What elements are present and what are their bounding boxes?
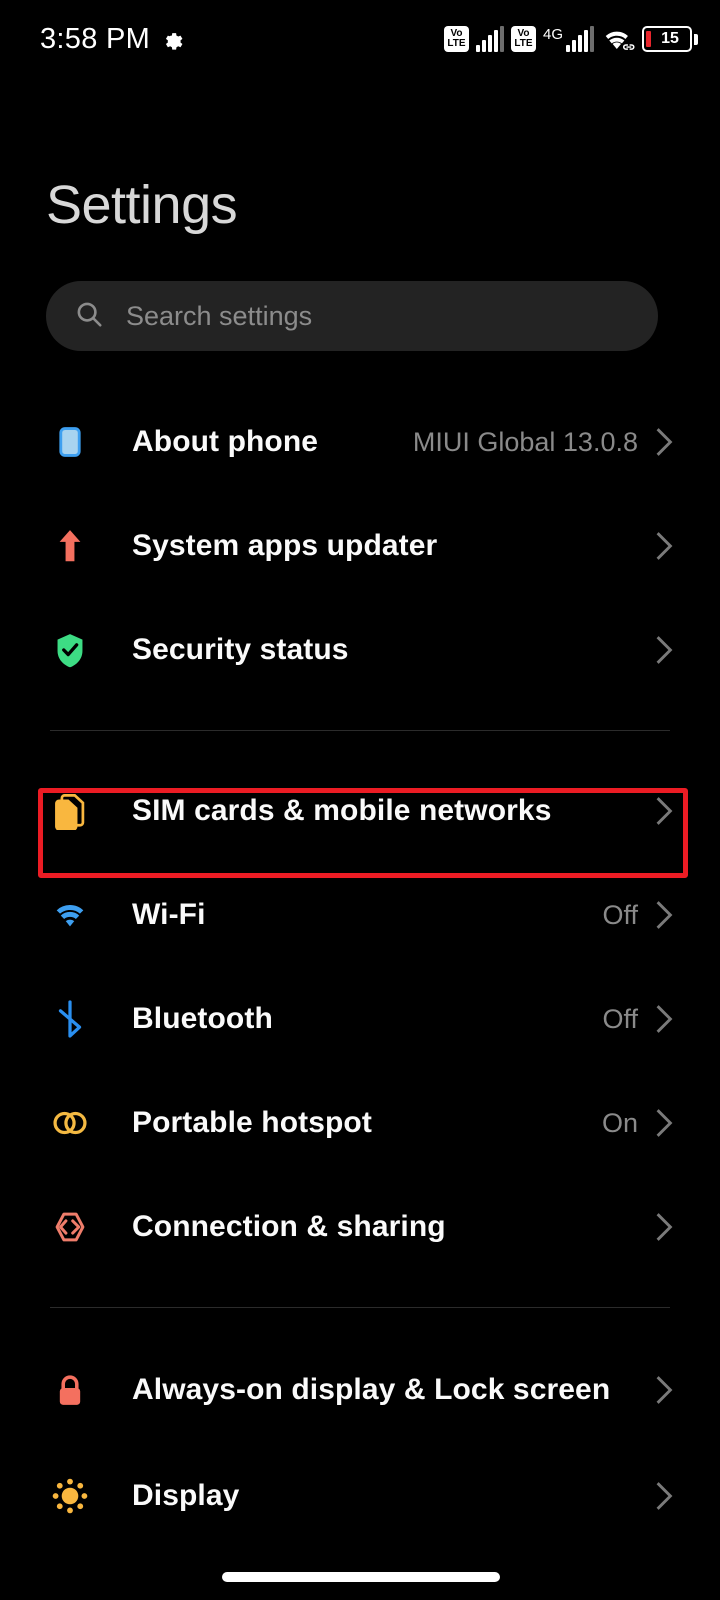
list-item-label: Display <box>132 1478 240 1512</box>
list-item-label: Wi-Fi <box>132 897 206 931</box>
list-item-system-apps-updater[interactable]: System apps updater <box>0 494 720 598</box>
settings-screen: 3:58 PM Vo LTE Vo LTE 4G 15 Settings Sea… <box>0 0 720 1600</box>
chevron-right-icon <box>654 1211 674 1243</box>
chevron-right-icon <box>654 1107 674 1139</box>
signal-sim1-icon <box>475 26 504 52</box>
list-item-label: System apps updater <box>132 528 438 562</box>
connection-sharing-icon <box>46 1209 94 1245</box>
sim-card-icon <box>46 792 94 830</box>
list-item-label: Portable hotspot <box>132 1105 372 1139</box>
hotspot-icon <box>46 1106 94 1140</box>
phone-icon <box>46 425 94 459</box>
divider <box>50 1307 670 1308</box>
list-item-always-on-display-lock-screen[interactable]: Always-on display & Lock screen <box>0 1336 720 1444</box>
settings-group-system: About phone MIUI Global 13.0.8 System ap… <box>0 390 720 702</box>
chevron-right-icon <box>654 1374 674 1406</box>
search-placeholder: Search settings <box>126 300 313 331</box>
battery-level-label: 15 <box>661 30 679 47</box>
page-title: Settings <box>46 175 238 235</box>
signal-sim2-icon <box>566 26 594 52</box>
list-item-value: On <box>601 1107 638 1138</box>
list-item-connection-sharing[interactable]: Connection & sharing <box>0 1175 720 1279</box>
search-icon <box>74 299 104 334</box>
chevron-right-icon <box>654 1003 674 1035</box>
list-item-label: Bluetooth <box>132 1001 273 1035</box>
chevron-right-icon <box>654 795 674 827</box>
gear-icon <box>160 28 183 51</box>
chevron-right-icon <box>654 426 674 458</box>
list-item-security-status[interactable]: Security status <box>0 598 720 702</box>
signal-sim2-group: 4G <box>543 26 594 52</box>
list-item-label: SIM cards & mobile networks <box>132 793 552 827</box>
settings-list: About phone MIUI Global 13.0.8 System ap… <box>0 390 720 1548</box>
wifi-icon <box>46 900 94 930</box>
list-item-portable-hotspot[interactable]: Portable hotspot On <box>0 1071 720 1175</box>
list-item-sim-cards-mobile-networks[interactable]: SIM cards & mobile networks <box>0 759 720 863</box>
settings-group-connectivity: SIM cards & mobile networks Wi-Fi Off Bl… <box>0 759 720 1279</box>
wifi-link-icon <box>601 26 635 52</box>
chevron-right-icon <box>654 634 674 666</box>
list-item-value: MIUI Global 13.0.8 <box>412 426 638 457</box>
list-item-label: Connection & sharing <box>132 1209 446 1243</box>
up-arrow-icon <box>46 528 94 564</box>
status-bar-right: Vo LTE Vo LTE 4G 15 <box>443 26 698 52</box>
list-item-bluetooth[interactable]: Bluetooth Off <box>0 967 720 1071</box>
volte-sim2-icon: Vo LTE <box>510 26 536 52</box>
list-item-value: Off <box>602 1003 638 1034</box>
search-input[interactable]: Search settings <box>46 281 658 351</box>
volte-sim1-icon: Vo LTE <box>443 26 469 52</box>
battery-icon: 15 <box>642 26 698 52</box>
home-gesture-bar[interactable] <box>222 1572 500 1582</box>
list-item-value: Off <box>602 899 638 930</box>
chevron-right-icon <box>654 899 674 931</box>
bluetooth-icon <box>46 1000 94 1038</box>
list-item-label: Security status <box>132 632 349 666</box>
network-type-label: 4G <box>542 26 563 43</box>
chevron-right-icon <box>654 1480 674 1512</box>
list-item-wifi[interactable]: Wi-Fi Off <box>0 863 720 967</box>
status-bar-left: 3:58 PM <box>40 23 183 56</box>
list-item-about-phone[interactable]: About phone MIUI Global 13.0.8 <box>0 390 720 494</box>
shield-check-icon <box>46 632 94 668</box>
list-item-display[interactable]: Display <box>0 1444 720 1548</box>
status-bar: 3:58 PM Vo LTE Vo LTE 4G 15 <box>0 0 720 78</box>
settings-group-display: Always-on display & Lock screen Display <box>0 1336 720 1548</box>
status-bar-clock: 3:58 PM <box>40 22 151 55</box>
lock-icon <box>46 1371 94 1409</box>
chevron-right-icon <box>654 530 674 562</box>
divider <box>50 730 670 731</box>
list-item-label: About phone <box>132 424 319 458</box>
brightness-icon <box>46 1478 94 1514</box>
list-item-label: Always-on display & Lock screen <box>132 1372 611 1406</box>
